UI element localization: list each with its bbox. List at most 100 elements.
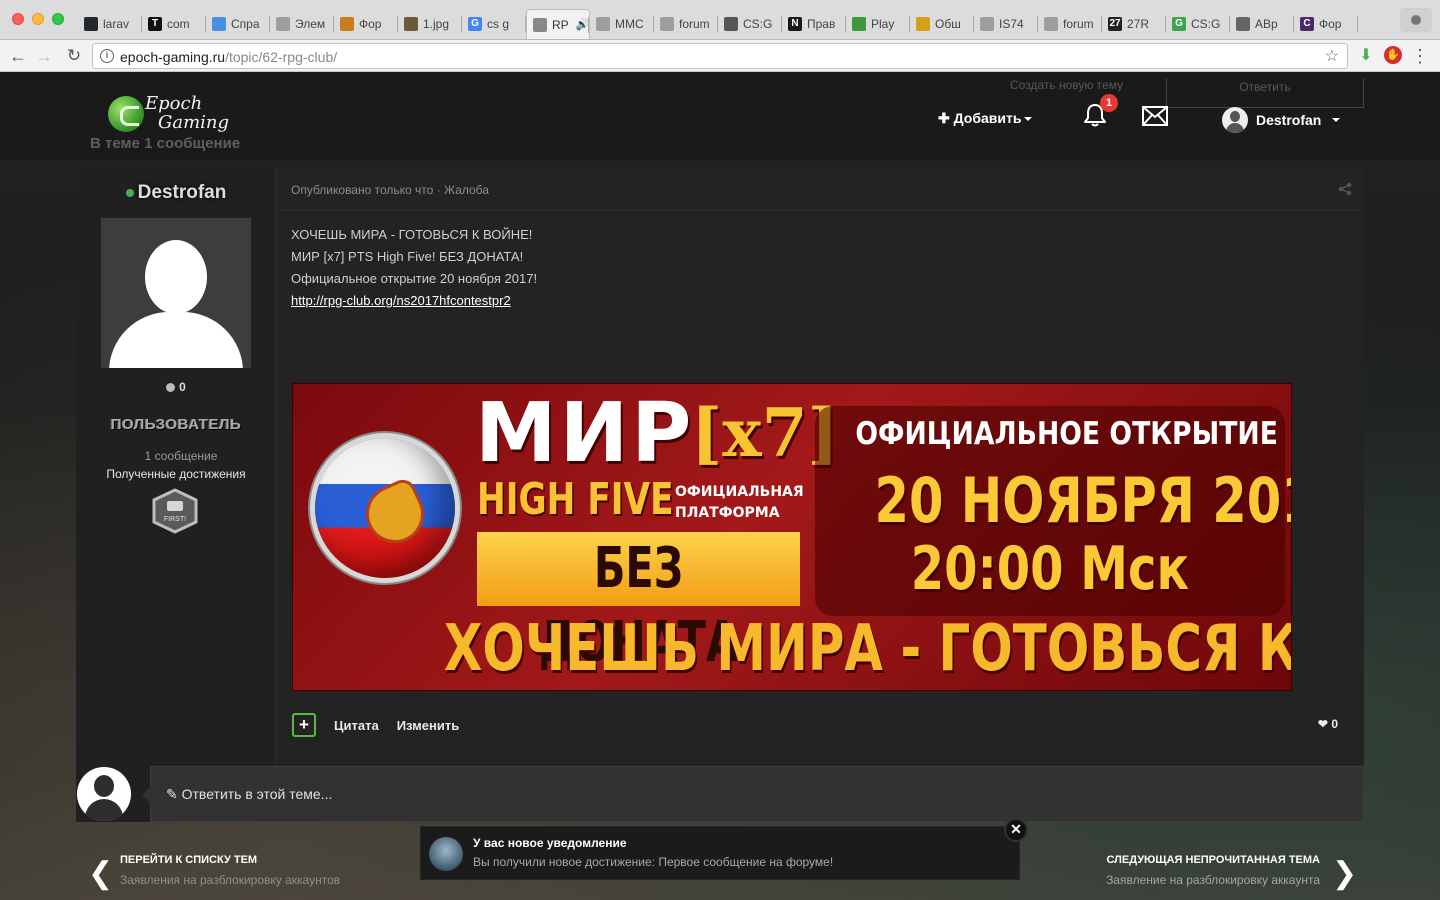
post-content: Опубликовано только что · Жалоба ХОЧЕШЬ …	[276, 166, 1364, 822]
post-author-panel: Destrofan 0 ПОЛЬЗОВАТЕЛЬ 1 сообщение Пол…	[76, 166, 276, 822]
author-avatar[interactable]	[101, 218, 251, 368]
browser-tab[interactable]: forum	[654, 9, 718, 39]
reply-placeholder[interactable]: ✎ Ответить в этой теме...	[166, 786, 332, 803]
post-line: Официальное открытие 20 ноября 2017!	[291, 271, 538, 286]
browser-tab[interactable]: CS:G	[718, 9, 782, 39]
back-to-topics-link[interactable]: ПЕРЕЙТИ К СПИСКУ ТЕМ	[120, 854, 257, 866]
post-actions: + Цитата Изменить	[292, 712, 459, 738]
reply-editor-box[interactable]: ✎ Ответить в этой теме...	[142, 766, 1364, 822]
adblock-extension-icon[interactable]: ✋	[1384, 46, 1404, 66]
window-close-button[interactable]	[12, 13, 24, 25]
forward-button[interactable]: →	[32, 44, 56, 68]
like-button[interactable]: ❤ 0	[1318, 717, 1338, 731]
post-link[interactable]: http://rpg-club.org/ns2017hfcontestpr2	[291, 293, 511, 308]
browser-tab[interactable]: forum	[1038, 9, 1102, 39]
browser-tab[interactable]: Фор	[334, 9, 398, 39]
browser-tab[interactable]: MMC	[590, 9, 654, 39]
first-post-badge-icon[interactable]: FIRST!	[150, 488, 200, 534]
banner-date-text: 20 НОЯБРЯ 2017	[874, 464, 1291, 537]
browser-profile-button[interactable]	[1400, 8, 1432, 32]
document-icon	[596, 17, 610, 31]
browser-tab[interactable]: Tcom	[142, 9, 206, 39]
next-unread-topic-link[interactable]: СЛЕДУЮЩАЯ НЕПРОЧИТАННАЯ ТЕМА	[1107, 854, 1321, 866]
messages-envelope-icon[interactable]	[1142, 106, 1168, 126]
browser-tab-label: forum	[679, 17, 710, 31]
user-avatar	[1222, 107, 1248, 133]
topic-post-count: В теме 1 сообщение	[90, 135, 241, 152]
browser-tab-label: Прав	[807, 17, 836, 31]
quote-button[interactable]: Цитата	[334, 718, 379, 733]
multiquote-plus-button[interactable]: +	[292, 713, 316, 737]
info-icon[interactable]: i	[100, 49, 114, 63]
browser-tab[interactable]: ABp	[1230, 9, 1294, 39]
create-topic-button[interactable]: Создать новую тему	[1010, 78, 1123, 92]
speaker-icon[interactable]: 🔊	[576, 18, 589, 31]
browser-tab[interactable]: Элем	[270, 9, 334, 39]
pencil-icon: ✎	[166, 786, 178, 802]
promo-banner-image[interactable]: МИР [x7] HIGH FIVE ОФИЦИАЛЬНАЯ ПЛАТФОРМА…	[292, 383, 1292, 691]
c-icon: C	[1300, 17, 1314, 31]
browser-tab-label: cs g	[487, 17, 510, 31]
address-bar[interactable]: i epoch-gaming.ru/topic/62-rpg-club/ ☆	[92, 43, 1348, 69]
chevron-left-icon[interactable]: ❮	[88, 856, 113, 891]
download-extension-icon[interactable]: ⬇	[1356, 46, 1376, 66]
author-name: Destrofan	[137, 182, 227, 203]
rpg-icon	[533, 17, 547, 32]
banner-date: 20 НОЯБРЯ 2017	[815, 464, 1291, 537]
window-maximize-button[interactable]	[52, 13, 64, 25]
window-minimize-button[interactable]	[32, 13, 44, 25]
browser-tab-label: Фор	[1319, 17, 1342, 31]
banner-time: 20:00 Мск	[815, 534, 1285, 604]
browser-tab-label: CS:G	[743, 17, 773, 31]
next-topic-subtitle[interactable]: Заявление на разблокировку аккаунта	[1106, 873, 1320, 887]
post-line: ХОЧЕШЬ МИРА - ГОТОВЬСЯ К ВОЙНЕ!	[291, 227, 533, 242]
author-name-link[interactable]: Destrofan	[76, 182, 276, 204]
browser-tab[interactable]: RP🔊×	[526, 9, 590, 39]
post-meta[interactable]: Опубликовано только что · Жалоба	[291, 183, 489, 197]
banner-platform: ОФИЦИАЛЬНАЯ ПЛАТФОРМА	[675, 482, 815, 524]
browser-tab[interactable]: larav	[78, 9, 142, 39]
browser-tab[interactable]: 1.jpg	[398, 9, 462, 39]
browser-tab[interactable]: N Прав	[782, 9, 846, 39]
url-text[interactable]: epoch-gaming.ru/topic/62-rpg-club/	[120, 49, 337, 65]
reload-button[interactable]: ↻	[62, 44, 86, 68]
browser-tab[interactable]: C Фор	[1294, 9, 1358, 39]
browser-tab-label: ABp	[1255, 17, 1278, 31]
ns-icon: N	[788, 17, 802, 31]
browser-tab[interactable]: Gcs g	[462, 9, 526, 39]
browser-menu-icon[interactable]: ⋮	[1410, 46, 1430, 66]
browser-tab-label: com	[167, 17, 190, 31]
browser-tab[interactable]: G CS:G	[1166, 9, 1230, 39]
browser-tab-label: Элем	[295, 17, 326, 31]
browser-tab[interactable]: IS74	[974, 9, 1038, 39]
forum-icon	[340, 17, 354, 31]
browser-tab-label: 1.jpg	[423, 17, 450, 31]
browser-tab[interactable]: Обш	[910, 9, 974, 39]
previous-topic-subtitle[interactable]: Заявления на разблокировку аккаунтов	[120, 873, 340, 887]
share-icon[interactable]	[1338, 182, 1352, 196]
epoch-logo-icon[interactable]	[108, 96, 144, 132]
browser-tab[interactable]: Play	[846, 9, 910, 39]
browser-tab[interactable]: 27 27R	[1102, 9, 1166, 39]
back-button[interactable]: ←	[6, 44, 30, 68]
chevron-right-icon[interactable]: ❯	[1332, 856, 1357, 891]
user-menu[interactable]: Destrofan	[1222, 106, 1341, 134]
reply-topic-button[interactable]: Ответить	[1166, 78, 1364, 108]
add-content-button[interactable]: ✚ Добавить	[938, 110, 1033, 127]
notification-toast[interactable]: У вас новое уведомление Вы получили ново…	[420, 818, 1028, 880]
forum-page: Epoch Gaming В теме 1 сообщение Создать …	[0, 72, 1440, 900]
cs-icon	[724, 17, 738, 31]
browser-tab[interactable]: Спра	[206, 9, 270, 39]
author-rank: ПОЛЬЗОВАТЕЛЬ	[110, 416, 242, 433]
banner-no-donate: БЕЗ ДОНАТА	[477, 532, 800, 675]
bookmark-star-icon[interactable]: ☆	[1325, 46, 1339, 66]
document-icon	[1044, 17, 1058, 31]
browser-toolbar: ← → ↻ i epoch-gaming.ru/topic/62-rpg-clu…	[0, 40, 1440, 72]
close-icon[interactable]: ✕	[1004, 818, 1028, 842]
browser-tab-label: larav	[103, 17, 130, 31]
reputation-icon	[166, 383, 176, 393]
edit-button[interactable]: Изменить	[397, 718, 460, 733]
achievements-label: Полученные достижения	[106, 467, 246, 481]
browser-tabs: larav TcomСпра Элем Фор 1.jpg Gcs gRP🔊×MMC for…	[78, 6, 1380, 40]
site-logo[interactable]: Epoch Gaming	[145, 94, 229, 132]
